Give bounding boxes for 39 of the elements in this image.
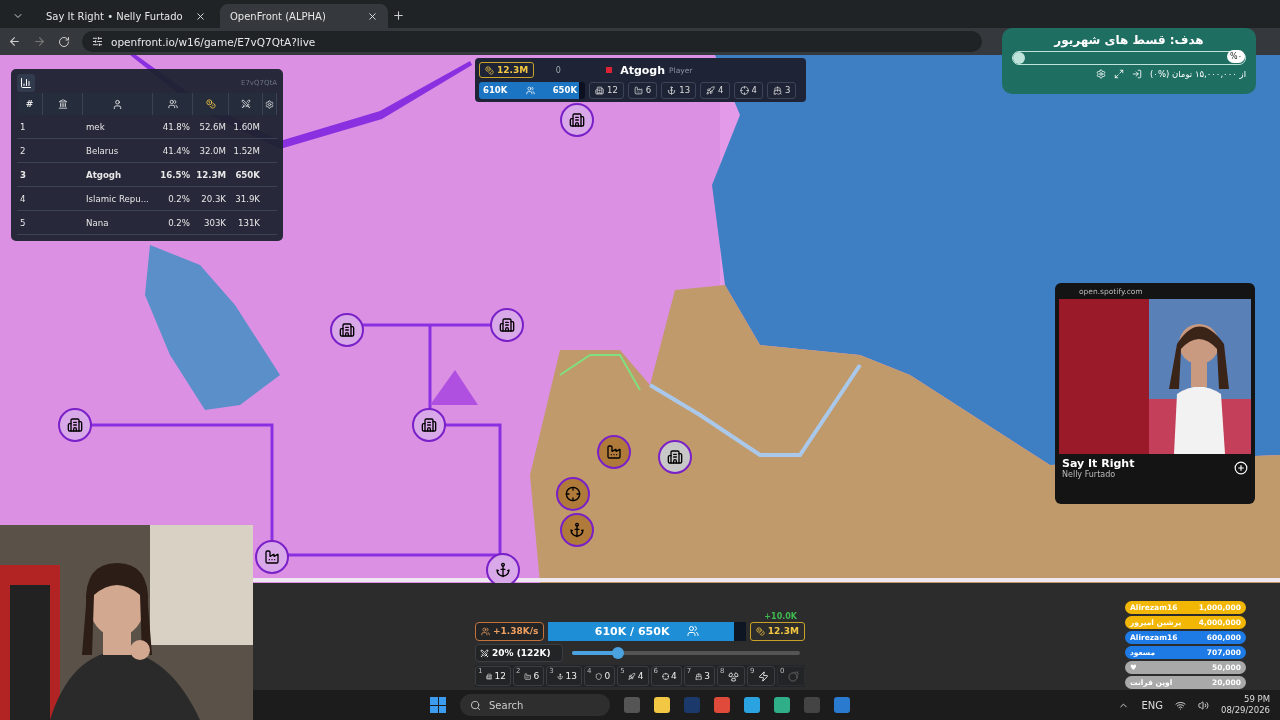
clock[interactable]: 59 PM 08/29/2026 [1221,694,1270,716]
start-icon[interactable] [430,697,446,713]
anchor-icon [557,670,564,682]
radiation-icon [727,670,739,682]
new-tab-icon[interactable] [392,9,405,22]
swords-icon [480,648,489,658]
coin-icon [755,626,765,636]
browser-tab[interactable]: Say It Right • Nelly Furtado [36,4,216,28]
troops-icon [481,626,490,636]
volume-icon[interactable] [1198,699,1209,711]
bolt-icon [757,670,769,682]
network-icon[interactable] [1175,699,1186,711]
address-field[interactable]: openfront.io/w16/game/E7vQ7QtA?live [82,31,982,52]
troops-value: 610K / 650K [594,624,670,638]
slider-thumb[interactable] [611,647,624,659]
bomb-icon [787,670,799,682]
crosshair-icon [661,670,669,682]
url-text: openfront.io/w16/game/E7vQ7QtA?live [111,35,316,48]
troops-icon [687,625,700,637]
forward-icon[interactable] [33,35,46,48]
attack-ratio: 20% (122K) [475,644,563,662]
city-icon [486,670,493,682]
site-settings-icon[interactable] [92,36,103,47]
language-indicator[interactable]: ENG [1141,699,1163,711]
coin-balance: 12.3M [749,621,805,641]
back-icon[interactable] [8,35,21,48]
ship-icon [694,670,703,682]
factory-icon [523,670,532,682]
search-icon [470,699,481,711]
income-delta: +10.0K [764,612,797,621]
taskbar-search-field[interactable]: Search [460,694,610,716]
shield-icon [595,670,603,682]
goal-title: هدف: قسط های شهریور [1052,33,1205,47]
troop-rate: +1.38K/s [475,621,545,641]
reload-icon[interactable] [58,35,70,48]
rocket-icon [628,670,636,682]
browser-tab[interactable]: OpenFront (ALPHA) [220,4,388,28]
close-icon[interactable] [195,10,206,22]
close-icon[interactable] [367,10,378,22]
